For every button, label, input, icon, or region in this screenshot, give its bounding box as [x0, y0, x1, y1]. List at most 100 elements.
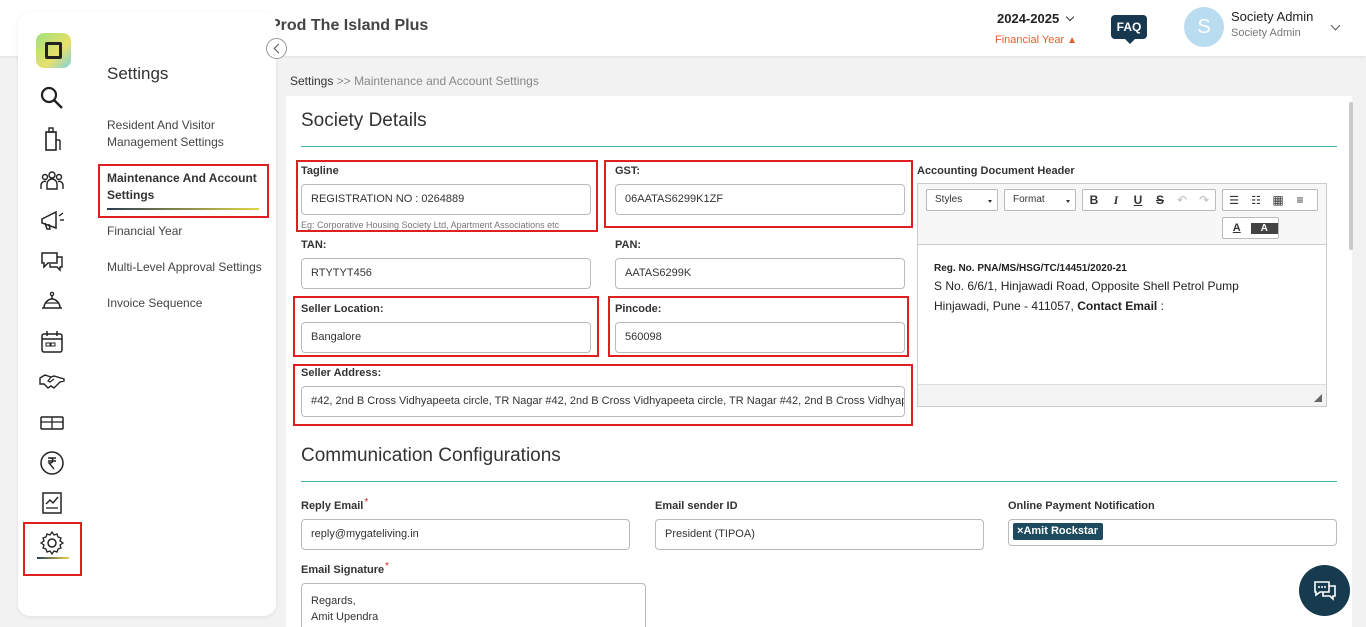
background-color-icon[interactable]: A: [1250, 222, 1278, 234]
rupee-icon[interactable]: [37, 448, 67, 478]
seller-address-input[interactable]: #42, 2nd B Cross Vidhyapeeta circle, TR …: [301, 386, 905, 417]
menu-item-approval-settings[interactable]: Multi-Level Approval Settings: [107, 259, 277, 276]
table-icon[interactable]: ▦: [1267, 193, 1289, 207]
seller-address-label: Seller Address:: [301, 367, 382, 379]
tan-label: TAN:: [301, 239, 327, 251]
horizontal-line-icon[interactable]: ≡: [1289, 193, 1311, 207]
section-divider: [301, 146, 1337, 147]
menu-active-highlight: [98, 164, 269, 218]
required-asterisk: *: [385, 561, 390, 572]
pan-label: PAN:: [615, 239, 642, 251]
calendar-icon[interactable]: [37, 327, 67, 357]
rich-text-editor[interactable]: Styles Format B I U S ↶ ↷ ☰ ☷ ▦ ≡ A A Re…: [917, 183, 1327, 407]
list-table-group: ☰ ☷ ▦ ≡: [1222, 189, 1318, 211]
breadcrumb-current: Maintenance and Account Settings: [354, 74, 539, 88]
editor-line-3-text: Hinjawadi, Pune - 411057,: [934, 299, 1074, 313]
settings-nav-highlight: [23, 522, 82, 576]
tagline-hint: Eg: Corporative Housing Society Ltd, Apa…: [301, 220, 560, 230]
accounting-header-label: Accounting Document Header: [917, 165, 1075, 177]
chat-support-icon: [1313, 580, 1336, 601]
app-title: Prod The Island Plus: [270, 17, 429, 34]
pincode-input[interactable]: 560098: [615, 322, 905, 353]
breadcrumb: Settings >> Maintenance and Account Sett…: [290, 74, 539, 88]
undo-icon[interactable]: ↶: [1171, 193, 1193, 207]
underline-icon[interactable]: U: [1127, 193, 1149, 207]
residents-icon[interactable]: [37, 165, 67, 195]
editor-toolbar: Styles Format B I U S ↶ ↷ ☰ ☷ ▦ ≡ A A: [918, 184, 1326, 245]
resize-handle-icon[interactable]: [1314, 394, 1322, 402]
editor-line-1: Reg. No. PNA/MS/HSG/TC/14451/2020-21: [934, 263, 1127, 274]
year-value: 2024-2025: [997, 11, 1060, 26]
logo-mark-icon: [45, 42, 62, 59]
gst-label: GST:: [615, 165, 641, 177]
text-style-group: B I U S ↶ ↷: [1082, 189, 1216, 211]
app-logo[interactable]: [36, 33, 71, 68]
financial-year-label: Financial Year ▲: [995, 34, 1077, 46]
bullet-list-icon[interactable]: ☷: [1245, 194, 1267, 207]
sender-id-input[interactable]: President (TIPOA): [655, 519, 984, 550]
chat-icon[interactable]: [37, 246, 67, 276]
email-signature-label-text: Email Signature: [301, 564, 385, 576]
payment-notification-label: Online Payment Notification: [1008, 500, 1155, 512]
editor-footer: [918, 384, 1326, 406]
text-color-icon[interactable]: A: [1223, 222, 1251, 234]
contact-email-label: Contact Email: [1077, 299, 1158, 313]
editor-line-2: S No. 6/6/1, Hinjawadi Road, Opposite Sh…: [934, 279, 1239, 293]
faq-button[interactable]: FAQ: [1111, 15, 1147, 44]
tagline-input[interactable]: REGISTRATION NO : 0264889: [301, 184, 591, 215]
signature-line-2: Amit Upendra: [311, 611, 379, 623]
signature-line-1: Regards,: [311, 595, 356, 607]
user-menu-chevron-icon[interactable]: [1330, 20, 1341, 31]
announcement-icon[interactable]: [37, 205, 67, 235]
search-icon[interactable]: [37, 83, 67, 113]
building-icon[interactable]: [37, 124, 67, 154]
seller-location-label: Seller Location:: [301, 303, 384, 315]
strikethrough-icon[interactable]: S: [1149, 193, 1171, 207]
reply-email-label-text: Reply Email: [301, 500, 364, 512]
recipient-tag[interactable]: ×Amit Rockstar: [1013, 523, 1104, 540]
user-role: Society Admin: [1231, 27, 1301, 39]
email-signature-textarea[interactable]: Regards, Amit Upendra: [301, 583, 646, 627]
reply-email-label: Reply Email*: [301, 497, 368, 512]
pan-input[interactable]: AATAS6299K: [615, 258, 905, 289]
sender-id-label: Email sender ID: [655, 500, 738, 512]
financial-year-text: Financial Year: [995, 34, 1065, 46]
report-icon[interactable]: [37, 488, 67, 518]
chevron-down-icon: [1065, 12, 1075, 22]
redo-icon[interactable]: ↷: [1193, 193, 1215, 207]
editor-line-3: Hinjawadi, Pune - 411057, Contact Email …: [934, 296, 1314, 316]
handshake-icon[interactable]: [37, 366, 67, 396]
numbered-list-icon[interactable]: ☰: [1223, 194, 1245, 207]
breadcrumb-root[interactable]: Settings: [290, 74, 333, 88]
editor-content[interactable]: Reg. No. PNA/MS/HSG/TC/14451/2020-21 S N…: [934, 262, 1314, 316]
avatar[interactable]: S: [1184, 7, 1224, 47]
society-details-title: Society Details: [301, 110, 427, 131]
menu-item-invoice-sequence[interactable]: Invoice Sequence: [107, 295, 257, 312]
color-group: A A: [1222, 217, 1279, 239]
communication-title: Communication Configurations: [301, 445, 561, 466]
editor-line-3-suffix: :: [1160, 299, 1164, 313]
scrollbar[interactable]: [1349, 102, 1353, 250]
gst-input[interactable]: 06AATAS6299K1ZF: [615, 184, 905, 215]
styles-dropdown[interactable]: Styles: [926, 189, 998, 211]
amenity-icon[interactable]: [37, 407, 67, 437]
pincode-label: Pincode:: [615, 303, 662, 315]
collapse-sidebar-button[interactable]: [266, 38, 287, 59]
user-name[interactable]: Society Admin: [1231, 9, 1313, 24]
email-signature-label: Email Signature*: [301, 561, 390, 576]
support-chat-button[interactable]: [1299, 565, 1350, 616]
bold-icon[interactable]: B: [1083, 193, 1105, 207]
seller-location-input[interactable]: Bangalore: [301, 322, 591, 353]
settings-active-underline: [37, 557, 69, 559]
financial-year-select[interactable]: 2024-2025: [997, 11, 1075, 26]
italic-icon[interactable]: I: [1105, 193, 1127, 208]
section-divider: [301, 481, 1337, 482]
format-dropdown[interactable]: Format: [1004, 189, 1076, 211]
tagline-label: Tagline: [301, 165, 339, 177]
menu-item-financial-year[interactable]: Financial Year: [107, 223, 257, 240]
warning-icon: ▲: [1067, 35, 1078, 46]
reply-email-input[interactable]: reply@mygateliving.in: [301, 519, 630, 550]
service-icon[interactable]: [37, 286, 67, 316]
tan-input[interactable]: RTYTYT456: [301, 258, 591, 289]
menu-item-resident-visitor[interactable]: Resident And Visitor Management Settings: [107, 117, 257, 151]
